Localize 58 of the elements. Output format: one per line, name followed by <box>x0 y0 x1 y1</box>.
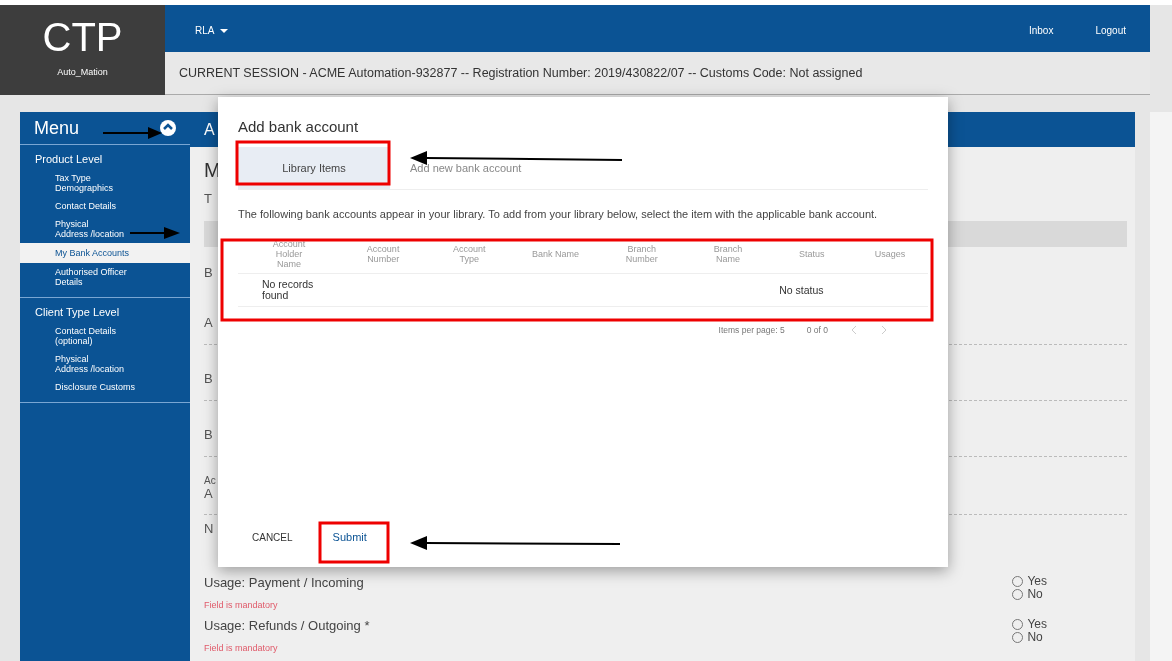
radio-option[interactable]: No <box>1012 631 1047 644</box>
field-label: B <box>204 427 213 442</box>
page-range: 0 of 0 <box>806 325 828 335</box>
field-label: Ac <box>204 475 217 486</box>
highlight-frame <box>318 521 390 564</box>
field-label: B <box>204 265 213 280</box>
dialog-title: Add bank account <box>238 118 360 135</box>
table-cell: No status <box>779 283 824 296</box>
column-header: Account Type <box>426 235 513 274</box>
tab[interactable]: Add new bank account <box>390 147 542 189</box>
question-label: Usage: Payment / Incoming <box>204 575 364 590</box>
sidebar-item[interactable]: Physical Address /location <box>20 350 190 378</box>
sidebar-item[interactable]: Authorised Officer Details <box>20 263 190 291</box>
caret-icon <box>220 28 229 33</box>
error-message: Field is mandatory <box>204 643 279 653</box>
nav-link[interactable]: Inbox <box>1028 25 1054 36</box>
field-label: A <box>204 315 213 330</box>
field-label: N <box>204 521 214 536</box>
logo-text: CTP <box>42 15 123 59</box>
collapse-icon[interactable] <box>160 120 176 136</box>
column-header: Account Number <box>340 235 427 274</box>
user-name: Auto_Mation <box>57 67 108 77</box>
previous-icon[interactable] <box>850 325 858 335</box>
column-header: Account Holder Name <box>238 235 340 274</box>
sidebar-item[interactable]: Physical Address /location <box>20 215 190 243</box>
column-header: Status <box>771 235 853 274</box>
field-value: A <box>204 486 214 501</box>
section-title: A <box>204 120 215 139</box>
column-header: Branch Name <box>684 235 772 274</box>
sidebar-item[interactable]: Tax Type Demographics <box>20 169 190 197</box>
next-icon[interactable] <box>880 325 888 335</box>
radio-option[interactable]: Yes <box>1012 618 1047 631</box>
column-header: Usages <box>852 235 928 274</box>
column-header: Branch Number <box>598 235 685 274</box>
cancel-button[interactable]: CANCEL <box>242 521 303 553</box>
field-label: T <box>204 191 212 206</box>
page-size-label: Items per page: 5 <box>718 325 785 335</box>
arrow <box>102 127 162 139</box>
sidebar-item[interactable]: My Bank Accounts <box>20 243 190 263</box>
intro-text: The following bank accounts appear in your library. To add from your library below, select the item with the applicable bank account. <box>238 208 878 221</box>
menu-section: Product Level <box>20 153 190 169</box>
session-info: CURRENT SESSION - ACME Automation-932877 -- Registration Number: 2019/430822/07 -- Customs Code: Not assigned <box>179 66 863 80</box>
sidebar-item[interactable]: Contact Details (optional) <box>20 322 190 350</box>
table-cell: No records found <box>262 278 314 301</box>
question-label: Usage: Refunds / Outgoing * <box>204 618 370 633</box>
field-label: B <box>204 371 213 386</box>
arrow <box>129 227 180 239</box>
menu-section: Client Type Level <box>20 306 190 322</box>
radio-option[interactable]: No <box>1012 588 1047 601</box>
error-message: Field is mandatory <box>204 600 279 610</box>
radio-option[interactable]: Yes <box>1012 575 1047 588</box>
context-dropdown[interactable]: RLA <box>195 25 229 36</box>
sidebar-item[interactable]: Contact Details <box>20 197 190 215</box>
menu-title: Menu <box>34 117 80 139</box>
nav-link[interactable]: Logout <box>1095 25 1126 36</box>
sidebar-item[interactable]: Disclosure Customs <box>20 378 190 396</box>
column-header: Bank Name <box>512 235 599 274</box>
submit-button[interactable]: Submit <box>322 521 377 553</box>
